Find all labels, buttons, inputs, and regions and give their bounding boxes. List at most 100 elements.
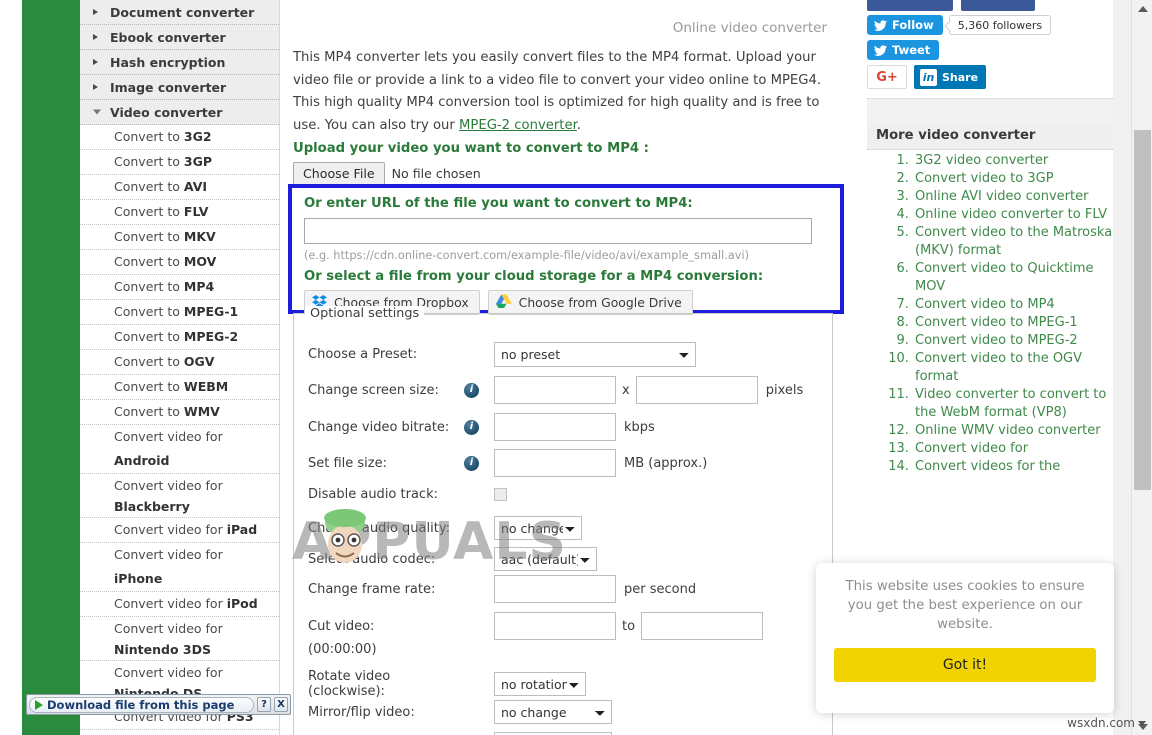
screen-height-input[interactable] [635, 376, 758, 404]
more-converter-item[interactable]: Video converter to convert to the WebM f… [913, 386, 1119, 422]
sidebar-category-document-converter[interactable]: Document converter [80, 0, 279, 25]
sidebar-item-nintendo-3ds[interactable]: Convert video for Nintendo 3DS [80, 617, 279, 661]
more-converter-item[interactable]: 3G2 video converter [913, 152, 1119, 170]
more-converters-list: 3G2 video converter Convert video to 3GP O… [867, 152, 1119, 476]
url-input[interactable] [304, 218, 812, 244]
left-sidebar: Document converter Ebook converter Hash en… [80, 0, 280, 735]
download-file-button[interactable]: Download file from this page [29, 696, 254, 713]
sidebar-item-mov[interactable]: Convert to MOV [80, 250, 279, 275]
sidebar-item-android[interactable]: Convert video for Android [80, 425, 279, 474]
vertical-scrollbar[interactable] [1131, 0, 1152, 735]
sidebar-item-webm[interactable]: Convert to WEBM [80, 375, 279, 400]
bitrate-info[interactable]: i [464, 419, 494, 435]
more-converter-link[interactable]: Video converter to convert to the WebM f… [915, 387, 1106, 420]
more-converter-link[interactable]: Convert video to Quicktime MOV [915, 261, 1094, 294]
more-converter-item[interactable]: Convert video for [913, 440, 1119, 458]
sidebar-category-image-converter[interactable]: Image converter [80, 75, 279, 100]
more-converter-item[interactable]: Online video converter to FLV [913, 206, 1119, 224]
more-converter-item[interactable]: Convert video to Quicktime MOV [913, 260, 1119, 296]
more-converter-item[interactable]: Convert video to 3GP [913, 170, 1119, 188]
more-converter-link[interactable]: Convert video for [915, 441, 1028, 456]
gdrive-button-label: Choose from Google Drive [518, 295, 682, 310]
more-converter-item[interactable]: Convert video to the OGV format [913, 350, 1119, 386]
twitter-tweet-button[interactable]: Tweet [867, 40, 940, 60]
more-converter-link[interactable]: Convert videos for the [915, 459, 1060, 474]
intro-paragraph: This MP4 converter lets you easily conve… [293, 47, 827, 137]
facebook-like-button[interactable] [867, 0, 953, 11]
choose-from-google-drive-button[interactable]: Choose from Google Drive [487, 290, 693, 315]
cut-video-row: Cut video: to [294, 612, 832, 640]
scroll-up-button[interactable] [1132, 0, 1152, 17]
choose-file-button[interactable]: Choose File [293, 162, 385, 185]
close-button[interactable]: X [274, 697, 288, 712]
more-converter-link[interactable]: Convert video to MP4 [915, 297, 1055, 312]
play-icon [35, 699, 43, 710]
sidebar-item-mp4[interactable]: Convert to MP4 [80, 275, 279, 300]
sidebar-item-3g2[interactable]: Convert to 3G2 [80, 125, 279, 150]
filesize-input[interactable] [494, 449, 616, 477]
scrollbar-thumb[interactable] [1134, 130, 1151, 490]
sidebar-item-wii[interactable]: Convert video for Wii [80, 730, 279, 735]
more-converter-item[interactable]: Convert video to MP4 [913, 296, 1119, 314]
more-converter-item[interactable]: Online WMV video converter [913, 422, 1119, 440]
more-converter-link[interactable]: Convert video to the Matroska (MKV) form… [915, 225, 1112, 258]
disable-audio-checkbox[interactable] [494, 488, 507, 501]
google-plus-button[interactable]: G+ [867, 65, 907, 89]
preset-select[interactable]: no preset [494, 342, 696, 367]
sidebar-item-ipod[interactable]: Convert video for iPod [80, 592, 279, 617]
audio-quality-select[interactable]: no change [494, 516, 582, 540]
more-converter-item[interactable]: Convert videos for the [913, 458, 1119, 476]
sidebar-item-mkv[interactable]: Convert to MKV [80, 225, 279, 250]
upload-heading: Upload your video you want to convert to… [293, 141, 649, 156]
mirror-label: Mirror/flip video: [308, 704, 415, 720]
sidebar-item-flv[interactable]: Convert to FLV [80, 200, 279, 225]
more-converter-item[interactable]: Convert video to MPEG-2 [913, 332, 1119, 350]
more-converter-link[interactable]: Online video converter to FLV [915, 207, 1107, 222]
bitrate-input[interactable] [494, 413, 616, 441]
cookie-accept-button[interactable]: Got it! [834, 648, 1096, 682]
more-converter-link[interactable]: Online WMV video converter [915, 423, 1101, 438]
sidebar-item-prefix: Convert to [114, 229, 184, 244]
more-converter-link[interactable]: Convert video to MPEG-2 [915, 333, 1078, 348]
audio-codec-select[interactable]: aac (default) [494, 547, 597, 571]
chevron-right-icon [93, 9, 98, 15]
disable-audio-row: Disable audio track: [294, 487, 832, 502]
cut-from-input[interactable] [494, 612, 616, 640]
mpeg2-converter-link[interactable]: MPEG-2 converter [459, 118, 577, 133]
twitter-follow-button[interactable]: Follow [867, 15, 943, 35]
sidebar-category-ebook-converter[interactable]: Ebook converter [80, 25, 279, 50]
more-converter-item[interactable]: Convert video to MPEG-1 [913, 314, 1119, 332]
screen-width-input[interactable] [494, 376, 616, 404]
cut-to-input[interactable] [641, 612, 764, 640]
sidebar-item-iphone[interactable]: Convert video for iPhone [80, 543, 279, 592]
sidebar-category-video-converter[interactable]: Video converter [80, 100, 279, 125]
sidebar-item-wmv[interactable]: Convert to WMV [80, 400, 279, 425]
frame-rate-input[interactable] [494, 575, 616, 603]
help-button[interactable]: ? [257, 697, 271, 712]
more-converter-item[interactable]: Convert video to the Matroska (MKV) form… [913, 224, 1119, 260]
sidebar-item-mpeg-1[interactable]: Convert to MPEG-1 [80, 300, 279, 325]
sidebar-item-mpeg-2[interactable]: Convert to MPEG-2 [80, 325, 279, 350]
more-converter-item[interactable]: Online AVI video converter [913, 188, 1119, 206]
sidebar-item-blackberry[interactable]: Convert video for Blackberry [80, 474, 279, 518]
filesize-info[interactable]: i [464, 455, 494, 471]
sidebar-item-prefix: Convert to [114, 354, 184, 369]
sidebar-item-3gp[interactable]: Convert to 3GP [80, 150, 279, 175]
rotate-select[interactable]: no rotation [494, 672, 586, 696]
more-converter-link[interactable]: 3G2 video converter [915, 153, 1048, 168]
mirror-select[interactable]: no change [494, 700, 612, 724]
more-converter-link[interactable]: Convert video to 3GP [915, 171, 1054, 186]
screen-size-info[interactable]: i [464, 382, 494, 398]
sidebar-item-format: 3G2 [183, 129, 212, 144]
linkedin-share-button[interactable]: in Share [914, 65, 987, 89]
twitter-tweet-label: Tweet [892, 43, 931, 57]
sidebar-category-hash-encryption[interactable]: Hash encryption [80, 50, 279, 75]
sidebar-item-ogv[interactable]: Convert to OGV [80, 350, 279, 375]
more-converter-link[interactable]: Convert video to the OGV format [915, 351, 1082, 384]
more-converter-link[interactable]: Online AVI video converter [915, 189, 1088, 204]
more-converter-link[interactable]: Convert video to MPEG-1 [915, 315, 1078, 330]
sidebar-item-ipad[interactable]: Convert video for iPad [80, 518, 279, 543]
sidebar-item-avi[interactable]: Convert to AVI [80, 175, 279, 200]
facebook-share-button[interactable] [961, 0, 1035, 11]
sidebar-item-format: AVI [183, 179, 208, 194]
